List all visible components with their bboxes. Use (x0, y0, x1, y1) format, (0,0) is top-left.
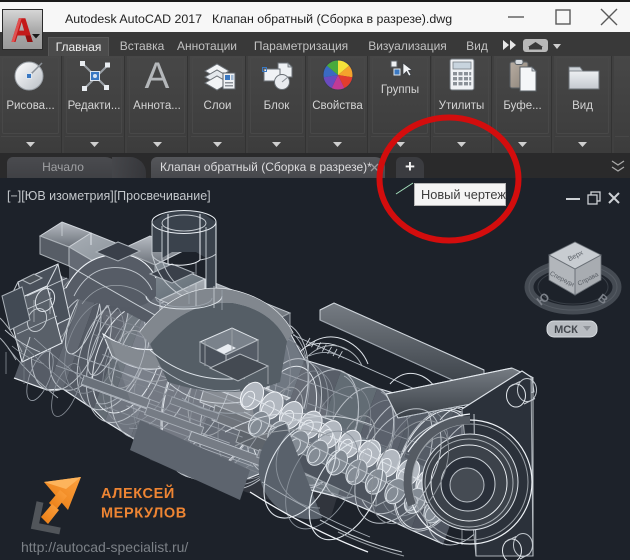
svg-text:МСК: МСК (554, 324, 578, 336)
svg-text:АЛЕКСЕЙ: АЛЕКСЕЙ (101, 484, 175, 502)
svg-text:http://autocad-specialist.ru/: http://autocad-specialist.ru/ (21, 539, 188, 555)
svg-text:МЕРКУЛОВ: МЕРКУЛОВ (101, 506, 187, 522)
